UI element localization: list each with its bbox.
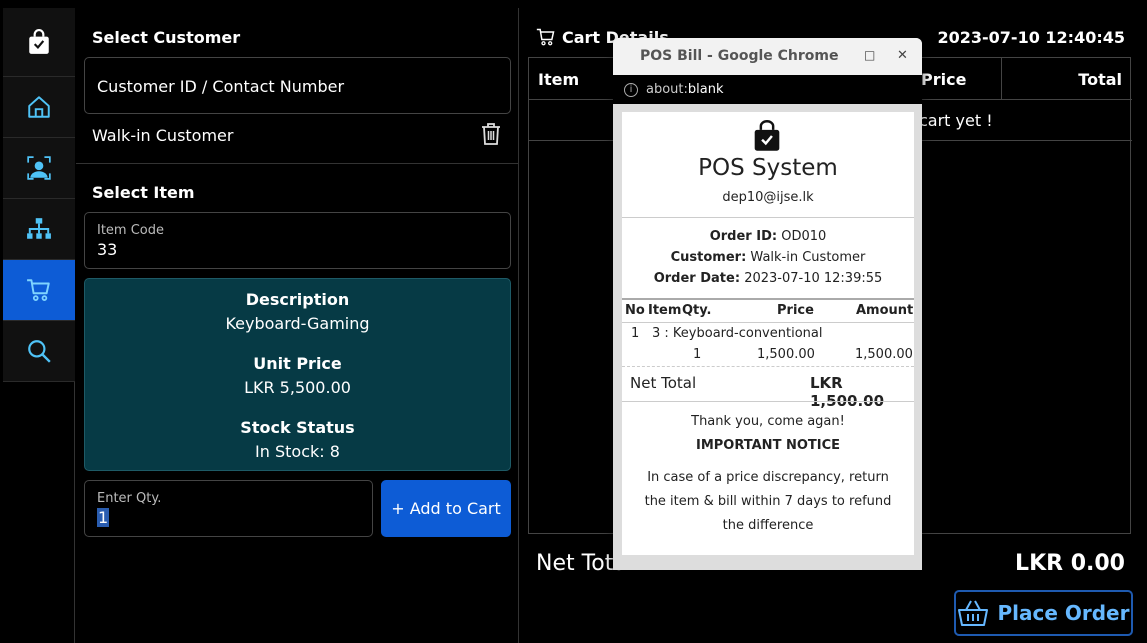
col-header-qty: Qty. [682,303,712,318]
stock-status-value: In Stock: 8 [255,442,340,461]
minimize-icon[interactable]: – [832,48,839,63]
user-icon [27,156,51,180]
shopping-bag-icon [754,120,780,151]
select-item-title: Select Item [92,183,195,202]
line-price: 1,500.00 [757,347,815,362]
order-date-line: Order Date: 2023-07-10 12:39:55 [622,271,914,286]
line-qty: 1 [693,347,702,362]
url-host: blank [687,82,724,97]
col-header-price: Price [921,69,967,89]
col-header-amount: Amount [856,303,914,318]
customer-label: Customer: [670,250,747,265]
divider [76,163,519,164]
search-icon [28,340,51,363]
col-header-no: No [625,303,645,318]
description-value: Keyboard-Gaming [225,314,370,333]
customer-line: Customer: Walk-in Customer [622,250,914,265]
trash-icon[interactable] [480,122,502,146]
quantity-label: Enter Qty. [97,491,162,506]
shop-name: POS System [698,155,838,181]
description-label: Description [245,290,350,309]
selected-customer: Walk-in Customer [92,126,234,145]
stock-status-label: Stock Status [240,418,355,437]
add-to-cart-button[interactable]: + Add to Cart [381,480,511,537]
select-customer-title: Select Customer [92,28,241,47]
shop-email: dep10@ijse.lk [722,190,814,205]
shopping-bag-icon [29,29,49,54]
sidebar-item-home[interactable] [3,77,75,138]
bill-net-total-label: Net Total [630,374,697,392]
cart-icon [536,28,555,46]
app-logo [3,8,75,77]
net-total-value: LKR 0.00 [1015,551,1125,576]
sidebar-item-customers[interactable] [3,138,75,199]
order-date-value: 2023-07-10 12:39:55 [744,271,883,286]
sidebar [3,8,75,643]
notice-title: IMPORTANT NOTICE [695,438,841,453]
info-icon[interactable]: i [624,82,638,97]
item-code-field[interactable]: Item Code 33 [84,212,511,269]
sitemap-icon [27,218,51,239]
current-datetime: 2023-07-10 12:40:45 [937,28,1125,47]
customer-value: Walk-in Customer [750,250,866,265]
line-no: 1 [631,326,640,341]
order-id-line: Order ID: OD010 [622,229,914,244]
sidebar-item-items[interactable] [3,199,75,260]
order-form-panel: Select Customer Customer ID / Contact Nu… [76,8,519,643]
customer-search-input[interactable]: Customer ID / Contact Number [84,57,511,114]
line-item: 3 : Keyboard-conventional [652,326,823,341]
quantity-field[interactable]: Enter Qty. 1 [84,480,373,537]
close-icon[interactable]: ✕ [897,48,908,63]
order-date-label: Order Date: [653,271,741,286]
cart-icon [27,279,50,301]
line-amount: 1,500.00 [855,347,913,362]
bill-popup-window: POS Bill - Google Chrome – □ ✕ i about:b… [613,38,922,570]
maximize-icon[interactable]: □ [864,48,875,62]
col-header-price: Price [777,303,814,318]
basket-icon [958,600,989,626]
item-code-label: Item Code [97,223,165,238]
order-id-value: OD010 [781,229,827,244]
sidebar-item-cart[interactable] [3,260,75,321]
url-prefix: about: [646,82,688,97]
bill-net-total-value: LKR 1,500.00 [810,374,885,410]
bill-receipt: POS System dep10@ijse.lk Order ID: OD010… [622,112,914,555]
home-icon [28,96,50,118]
col-header-item: Item [648,303,682,318]
place-order-label: Place Order [997,601,1130,625]
unit-price-value: LKR 5,500.00 [244,378,351,397]
popup-titlebar[interactable]: POS Bill - Google Chrome – □ ✕ [613,38,922,75]
popup-url-bar[interactable]: i about:blank [613,75,922,104]
popup-title: POS Bill - Google Chrome [640,48,839,64]
order-id-label: Order ID: [709,229,778,244]
col-header-total: Total [1078,69,1122,89]
empty-cart-text: cart yet ! [919,110,993,130]
notice-text: In case of a price discrepancy, return t… [644,470,892,533]
col-header-item: Item [538,69,580,89]
thank-you-text: Thank you, come agan! [691,414,845,429]
item-code-value: 33 [97,240,118,259]
divider [622,401,914,402]
divider [622,366,914,367]
column-divider [1001,58,1002,100]
quantity-value: 1 [97,508,110,527]
sidebar-item-search[interactable] [3,321,75,382]
divider [622,217,914,218]
place-order-button[interactable]: Place Order [954,590,1133,636]
divider [622,298,914,300]
divider [622,322,914,323]
item-info-panel: Description Keyboard-Gaming Unit Price L… [84,278,511,471]
unit-price-label: Unit Price [253,354,342,373]
customer-search-placeholder: Customer ID / Contact Number [97,77,345,96]
